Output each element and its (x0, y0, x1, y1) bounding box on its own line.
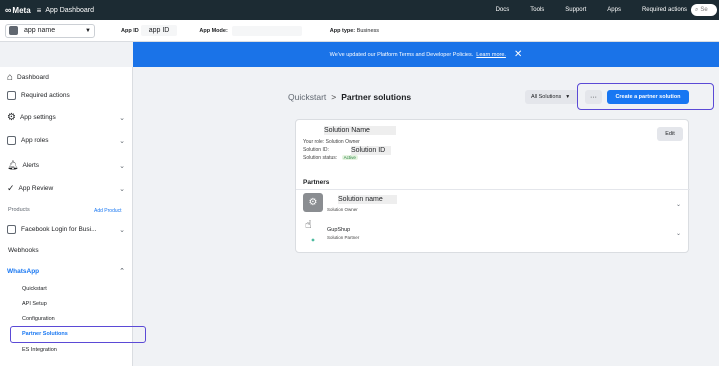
nav-docs[interactable]: Docs (496, 7, 510, 13)
top-bar: ∞ Meta ≡ App Dashboard Docs Tools Suppor… (0, 0, 719, 20)
solution-status-label: Solution status: (303, 155, 338, 161)
app-id-value: app ID (140, 25, 178, 36)
gear-icon: ⚙ (7, 112, 16, 123)
search-placeholder: Se (700, 7, 708, 13)
solution-status: Solution status: Active (303, 155, 358, 161)
app-selector[interactable]: app name ▼ (5, 23, 95, 38)
search-icon: ⌕ (695, 6, 699, 13)
edit-button[interactable]: Edit (657, 127, 683, 141)
search-input[interactable]: ⌕ Se (691, 4, 717, 16)
banner-text: We've updated our Platform Terms and Dev… (329, 51, 474, 58)
sidebar-item-label: Facebook Login for Busi... (21, 226, 97, 233)
sidebar-item-facebook-login[interactable]: Facebook Login for Busi... ⌄ (7, 225, 125, 234)
sidebar-item-api-setup[interactable]: API Setup (22, 301, 47, 307)
breadcrumb-quickstart[interactable]: Quickstart (288, 92, 326, 102)
solution-card: Solution Name Your role: Solution Owner … (295, 119, 690, 253)
partner-role: Solution Partner (327, 235, 360, 240)
sidebar: ⌂ Dashboard Required actions ⚙ App setti… (0, 67, 133, 366)
sidebar-item-label: Required actions (21, 92, 70, 99)
sidebar-item-label: WhatsApp (7, 267, 40, 275)
sidebar-item-webhooks[interactable]: Webhooks (8, 247, 39, 254)
sidebar-item-whatsapp[interactable]: WhatsApp ⌃ (7, 267, 125, 276)
sidebar-item-dashboard[interactable]: ⌂ Dashboard (7, 72, 125, 83)
create-button-highlight (577, 83, 714, 110)
sidebar-item-label: App Review (18, 185, 54, 192)
sidebar-item-app-roles[interactable]: App roles ⌄ (7, 136, 125, 145)
solution-name: Solution Name (324, 126, 396, 135)
products-heading: Products (8, 207, 30, 213)
check-circle-icon: ✓ (7, 183, 15, 193)
app-name: app name (24, 27, 56, 34)
bell-icon: 🔔︎ (7, 160, 19, 170)
sidebar-item-app-review[interactable]: ✓ App Review ⌄ (7, 183, 125, 194)
nav-tools[interactable]: Tools (530, 7, 544, 13)
page-title: Partner solutions (341, 92, 412, 102)
status-badge: Active (341, 155, 358, 160)
sidebar-item-alerts[interactable]: 🔔︎ Alerts ⌄ (7, 160, 125, 171)
policy-banner: We've updated our Platform Terms and Dev… (133, 42, 719, 67)
sidebar-item-es-integration[interactable]: ES Integration (22, 347, 57, 353)
sidebar-item-label: App settings (19, 114, 56, 121)
all-solutions-dropdown[interactable]: All Solutions ▼ (525, 90, 578, 104)
your-role: Your role: Solution Owner (303, 139, 360, 145)
chevron-down-icon: ⌄ (119, 114, 125, 122)
clipboard-icon (7, 91, 16, 100)
sidebar-item-configuration[interactable]: Configuration (22, 316, 55, 322)
divider (296, 189, 690, 190)
chevron-down-icon: ⌄ (119, 185, 125, 193)
nav-required-actions[interactable]: Required actions (642, 7, 687, 13)
nav-support[interactable]: Support (565, 7, 586, 13)
breadcrumb: Quickstart > Partner solutions (288, 92, 411, 102)
breadcrumb-separator: > (331, 92, 337, 102)
facebook-login-icon (7, 225, 16, 234)
sidebar-item-label: App roles (21, 137, 49, 144)
chevron-down-icon: ⌄ (119, 226, 125, 234)
sidebar-item-app-settings[interactable]: ⚙ App settings ⌄ (7, 112, 125, 123)
sidebar-item-label: Alerts (22, 162, 40, 169)
sidebar-item-label: Dashboard (17, 74, 49, 81)
meta-logo[interactable]: ∞ Meta (5, 5, 31, 15)
partners-heading: Partners (303, 179, 330, 186)
app-dashboard-link[interactable]: ≡ App Dashboard (37, 6, 94, 15)
partner-name: Solution name (338, 195, 397, 204)
home-icon: ⌂ (7, 72, 14, 83)
meta-logo-text: Meta (12, 5, 31, 15)
sidebar-item-quickstart[interactable]: Quickstart (22, 286, 47, 292)
add-product-link[interactable]: Add Product (94, 208, 122, 214)
chevron-down-icon[interactable]: ⌄ (676, 201, 681, 208)
close-icon[interactable]: ✕ (514, 49, 522, 60)
sidebar-item-required-actions[interactable]: Required actions (7, 91, 125, 100)
chevron-down-icon: ⌄ (119, 137, 125, 145)
chevron-down-icon: ⌄ (119, 162, 125, 170)
people-icon (7, 136, 16, 145)
nav-apps[interactable]: Apps (607, 7, 621, 13)
app-type-label: App type: (329, 27, 356, 34)
app-type-value: Business (356, 27, 380, 34)
chevron-up-icon: ⌃ (119, 268, 125, 275)
caret-down-icon: ▼ (565, 94, 571, 100)
chevron-down-icon[interactable]: ⌄ (676, 230, 681, 237)
app-mode-label: App Mode: (199, 27, 228, 34)
partner-name: GupShup (327, 227, 351, 233)
hamburger-menu-icon[interactable]: ≡ (37, 6, 42, 15)
app-id-label: App ID (121, 27, 139, 34)
app-bar: app name ▼ App ID app ID App Mode: App t… (0, 20, 719, 42)
all-solutions-label: All Solutions (531, 94, 562, 100)
app-icon (9, 26, 18, 35)
caret-down-icon: ▼ (85, 27, 91, 34)
partner-solutions-highlight (10, 326, 146, 343)
solution-gear-icon: ⚙ (303, 193, 323, 212)
solution-id-value: Solution ID (351, 146, 392, 155)
app-mode-toggle[interactable] (231, 25, 302, 36)
hand-cursor-icon: ☝ (305, 219, 312, 231)
app-dashboard-label: App Dashboard (45, 6, 94, 14)
app-type: App type: Business (330, 28, 379, 34)
meta-infinity-icon: ∞ (5, 5, 12, 15)
top-nav-links: Docs Tools Support Apps Required actions (475, 0, 687, 20)
partner-role: Solution Owner (327, 207, 358, 212)
learn-more-link[interactable]: Learn more. (476, 52, 506, 58)
solution-id-label: Solution ID: (303, 147, 329, 153)
